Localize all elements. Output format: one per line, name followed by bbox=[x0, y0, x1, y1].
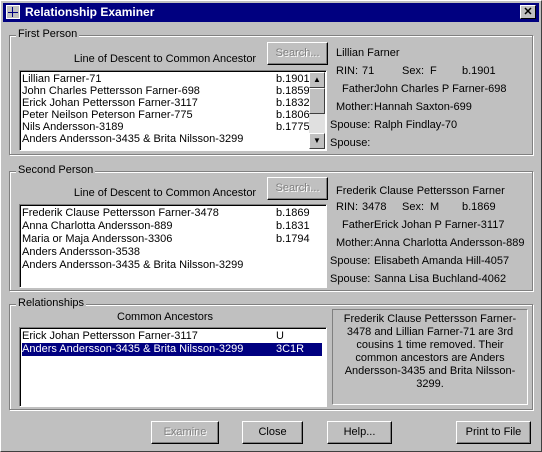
list-item-value: U bbox=[276, 330, 284, 342]
second-person-group: Second Person Line of Descent to Common … bbox=[9, 164, 533, 291]
scroll-down-arrow-icon[interactable]: ▼ bbox=[309, 133, 325, 149]
first-person-descent-list[interactable]: Lillian Farner-71 b.1901 John Charles Pett… bbox=[19, 70, 327, 151]
second-person-line-caption: Line of Descent to Common Ancestor bbox=[73, 187, 257, 199]
second-person-group-title: Second Person bbox=[16, 164, 96, 176]
list-item-name: Frederik Clause Pettersson Farner-3478 bbox=[22, 207, 219, 219]
print-to-file-button[interactable]: Print to File bbox=[456, 421, 531, 444]
close-icon[interactable]: ✕ bbox=[520, 5, 536, 19]
relationship-examiner-window: Relationship Examiner ✕ First Person Lin… bbox=[0, 0, 542, 452]
first-person-group: First Person Line of Descent to Common A… bbox=[9, 28, 533, 155]
second-person-spouse-label: Spouse: bbox=[330, 255, 371, 267]
first-person-sex: F bbox=[430, 65, 437, 77]
list-item-name: Erick Johan Pettersson Farner-3117 bbox=[22, 330, 198, 342]
first-person-scrollbar[interactable]: ▲ ▼ bbox=[309, 72, 325, 149]
list-item-value: 3C1R bbox=[276, 343, 305, 355]
list-item-value: b.1794 bbox=[276, 233, 310, 245]
second-person-rin-label: RIN: bbox=[336, 201, 358, 213]
second-person-search-button[interactable]: Search... bbox=[267, 177, 328, 200]
examine-button[interactable]: Examine bbox=[151, 421, 219, 444]
list-item-value: b.1831 bbox=[276, 220, 310, 232]
list-item-name: Maria or Maja Andersson-3306 bbox=[22, 233, 173, 245]
list-item[interactable]: Frederik Clause Pettersson Farner-3478 b.… bbox=[22, 207, 322, 220]
second-person-spouse-2: Sanna Lisa Buchland-4062 bbox=[374, 273, 507, 285]
list-item[interactable]: Anders Andersson-3435 & Brita Nilsson-32… bbox=[22, 133, 308, 146]
first-person-mother: Hannah Saxton-699 bbox=[374, 101, 472, 113]
list-item-name: Anders Andersson-3435 & Brita Nilsson-32… bbox=[22, 259, 244, 271]
list-item[interactable]: Anders Andersson-3435 & Brita Nilsson-32… bbox=[22, 343, 322, 356]
title-bar[interactable]: Relationship Examiner ✕ bbox=[3, 3, 539, 22]
first-person-group-title: First Person bbox=[16, 28, 80, 40]
second-person-sex-label: Sex: bbox=[402, 201, 425, 213]
first-person-sex-label: Sex: bbox=[402, 65, 425, 77]
list-item[interactable]: Anna Charlotta Andersson-889 b.1831 bbox=[22, 220, 322, 233]
second-person-mother-label: Mother: bbox=[336, 237, 374, 249]
list-item-value: b.1869 bbox=[276, 207, 310, 219]
first-person-rin-label: RIN: bbox=[336, 65, 358, 77]
first-person-mother-label: Mother: bbox=[336, 101, 374, 113]
first-person-birth: b.1901 bbox=[462, 65, 496, 77]
list-item-name: Anna Charlotta Andersson-889 bbox=[22, 220, 173, 232]
list-item[interactable]: Maria or Maja Andersson-3306 b.1794 bbox=[22, 233, 322, 246]
second-person-descent-list[interactable]: Frederik Clause Pettersson Farner-3478 b.… bbox=[19, 204, 327, 288]
list-item[interactable]: Anders Andersson-3435 & Brita Nilsson-32… bbox=[22, 259, 322, 272]
first-person-spouse-2-label: Spouse: bbox=[330, 137, 371, 149]
scroll-up-arrow-icon[interactable]: ▲ bbox=[309, 72, 325, 88]
help-button[interactable]: Help... bbox=[327, 421, 392, 444]
second-person-spouse-2-label: Spouse: bbox=[330, 273, 371, 285]
second-person-name: Frederik Clause Pettersson Farner bbox=[336, 185, 505, 197]
common-ancestors-list[interactable]: Erick Johan Pettersson Farner-3117 U Ander… bbox=[19, 327, 327, 407]
first-person-rin: 71 bbox=[362, 65, 375, 77]
second-person-birth: b.1869 bbox=[462, 201, 496, 213]
second-person-father-label: Father: bbox=[342, 219, 377, 231]
close-button[interactable]: Close bbox=[242, 421, 303, 444]
list-item[interactable]: Anders Andersson-3538 bbox=[22, 246, 322, 259]
second-person-father: Erick Johan P Farner-3117 bbox=[374, 219, 505, 231]
list-item-name: Anders Andersson-3435 & Brita Nilsson-32… bbox=[22, 343, 244, 355]
first-person-spouse-1: Ralph Findlay-70 bbox=[374, 119, 458, 131]
window-title: Relationship Examiner bbox=[25, 5, 155, 19]
list-item-name: Anders Andersson-3435 & Brita Nilsson-32… bbox=[22, 133, 244, 145]
app-icon bbox=[6, 5, 20, 19]
first-person-spouse-label: Spouse: bbox=[330, 119, 371, 131]
relationships-group: Relationships Common Ancestors Erick Joh… bbox=[9, 297, 533, 410]
first-person-father-label: Father: bbox=[342, 83, 377, 95]
second-person-spouse-1: Elisabeth Amanda Hill-4057 bbox=[374, 255, 510, 267]
relationships-group-title: Relationships bbox=[16, 297, 87, 309]
first-person-line-caption: Line of Descent to Common Ancestor bbox=[73, 53, 257, 65]
second-person-mother: Anna Charlotta Andersson-889 bbox=[374, 237, 525, 249]
first-person-father: John Charles P Farner-698 bbox=[374, 83, 507, 95]
first-person-search-button[interactable]: Search... bbox=[267, 42, 328, 65]
second-person-sex: M bbox=[430, 201, 440, 213]
scroll-thumb[interactable] bbox=[309, 88, 325, 114]
relationship-description: Frederik Clause Pettersson Farner-3478 a… bbox=[332, 309, 528, 405]
common-ancestors-caption: Common Ancestors bbox=[117, 311, 213, 323]
first-person-name: Lillian Farner bbox=[336, 47, 400, 59]
second-person-rin: 3478 bbox=[362, 201, 387, 213]
list-item-name: Anders Andersson-3538 bbox=[22, 246, 141, 258]
list-item[interactable]: Erick Johan Pettersson Farner-3117 U bbox=[22, 330, 322, 343]
